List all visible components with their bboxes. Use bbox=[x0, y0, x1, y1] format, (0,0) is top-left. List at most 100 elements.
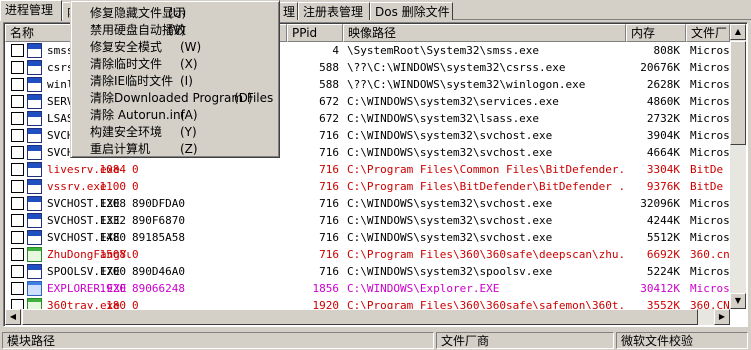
horizontal-scroll-thumb[interactable] bbox=[22, 309, 698, 325]
cell-image-path: C:\WINDOWS\system32\svchost.exe bbox=[347, 129, 553, 142]
cell-memory: 6692K bbox=[646, 248, 680, 261]
row-checkbox[interactable] bbox=[11, 95, 24, 108]
cell-memory: 4244K bbox=[646, 214, 680, 227]
cell-handle: 0 bbox=[132, 180, 139, 193]
menu-item[interactable]: 构建安全环境 (Y) bbox=[74, 124, 277, 141]
scroll-up-button[interactable]: ▲ bbox=[730, 24, 746, 40]
cell-vendor: Micros bbox=[690, 282, 730, 295]
menu-item[interactable]: 修复安全模式 (W) bbox=[74, 39, 277, 56]
scroll-left-button[interactable]: ◀ bbox=[5, 309, 21, 325]
row-checkbox[interactable] bbox=[11, 146, 24, 159]
cell-image-path: C:\WINDOWS\system32\services.exe bbox=[347, 95, 559, 108]
column-header-name[interactable]: 名称 bbox=[5, 24, 71, 42]
cell-memory: 5224K bbox=[646, 265, 680, 278]
cell-memory: 3904K bbox=[646, 129, 680, 142]
table-row[interactable]: SVCHOST.EXE 1332 890F6870 716 C:\WINDOWS\sys… bbox=[5, 212, 730, 229]
table-row[interactable]: ZhuDongFangYu.exe15080716C:\Program File… bbox=[5, 246, 730, 263]
row-checkbox[interactable] bbox=[11, 44, 24, 57]
cell-ppid: 716 bbox=[319, 146, 339, 159]
menu-item[interactable]: 清除临时文件 (X) bbox=[74, 56, 277, 73]
row-checkbox[interactable] bbox=[11, 163, 24, 176]
table-row[interactable]: livesrv.exe 1084 0 716 C:\Program Files\Comm… bbox=[5, 161, 730, 178]
cell-handle: 89185A58 bbox=[132, 231, 185, 244]
cell-image-path: C:\WINDOWS\system32\svchost.exe bbox=[347, 197, 553, 210]
scroll-down-button[interactable]: ▼ bbox=[730, 293, 746, 309]
scroll-right-button[interactable]: ▶ bbox=[714, 309, 730, 325]
cell-name: winlo bbox=[47, 78, 71, 91]
cell-pid: 1332 bbox=[99, 214, 127, 227]
row-checkbox[interactable] bbox=[11, 248, 24, 261]
table-row[interactable]: SVCHOST.EXE 1480 89185A58 716 C:\WINDOWS\sys… bbox=[5, 229, 730, 246]
cell-pid: 1920 bbox=[99, 282, 127, 295]
cell-image-path: C:\Program Files\BitDefender\BitDefender… bbox=[347, 180, 626, 193]
menu-item[interactable]: 禁用硬盘自动播放 (V) bbox=[74, 22, 277, 39]
cell-name: SERVI bbox=[47, 95, 71, 108]
cell-handle: 890DFDA0 bbox=[132, 197, 185, 210]
cell-handle: 0 bbox=[132, 163, 139, 176]
row-checkbox[interactable] bbox=[11, 78, 24, 91]
menu-item-shortcut: (A) bbox=[180, 108, 198, 122]
menu-item[interactable]: 修复隐藏文件显示 (U) bbox=[74, 5, 277, 22]
cell-vendor: BitDe bbox=[690, 180, 724, 193]
row-checkbox[interactable] bbox=[11, 180, 24, 193]
cell-name: smss. bbox=[47, 44, 71, 57]
horizontal-scrollbar[interactable]: ◀ ▶ bbox=[5, 309, 730, 325]
row-checkbox[interactable] bbox=[11, 265, 24, 278]
cell-image-path: C:\WINDOWS\Explorer.EXE bbox=[347, 282, 500, 295]
cell-vendor: BitDe bbox=[690, 163, 724, 176]
cell-name: SVCHO bbox=[47, 146, 71, 159]
cell-vendor: Micros bbox=[690, 146, 730, 159]
table-row[interactable]: vssrv.exe 1100 0 716 C:\Program Files\BitDef… bbox=[5, 178, 730, 195]
column-header-ppid[interactable]: PPid bbox=[287, 24, 343, 42]
row-checkbox[interactable] bbox=[11, 214, 24, 227]
tab-dos-delete-file[interactable]: Dos 删除文件 bbox=[370, 2, 453, 20]
menu-item[interactable]: 清除IE临时文件 (I) bbox=[74, 73, 277, 90]
column-header-vendor[interactable]: 文件厂 bbox=[686, 24, 730, 42]
cell-memory: 5512K bbox=[646, 231, 680, 244]
menu-item[interactable]: 清除 Autorun.inf (A) bbox=[74, 107, 277, 124]
cell-handle: 890D46A0 bbox=[132, 265, 185, 278]
row-checkbox[interactable] bbox=[11, 61, 24, 74]
menu-item-shortcut: (I) bbox=[180, 74, 193, 88]
menu-item[interactable]: 清除Downloaded Program Files (D) bbox=[74, 90, 277, 107]
table-row[interactable]: EXPLORER.EXE 1920 89066248 1856 C:\WINDOWS\E… bbox=[5, 280, 730, 297]
cell-image-path: C:\WINDOWS\system32\svchost.exe bbox=[347, 146, 553, 159]
process-icon bbox=[27, 43, 42, 58]
column-header-memory[interactable]: 内存 bbox=[626, 24, 686, 42]
cell-image-path: \SystemRoot\System32\smss.exe bbox=[347, 44, 540, 57]
tab-registry-manager[interactable]: 注册表管理 bbox=[298, 2, 370, 20]
cell-image-path: C:\Program Files\Common Files\BitDefende… bbox=[347, 163, 626, 176]
row-checkbox[interactable] bbox=[11, 282, 24, 295]
cell-pid: 1508 bbox=[99, 248, 127, 261]
status-bar: 模块路径 文件厂商 微软文件校验 bbox=[0, 330, 751, 350]
context-menu: 修复隐藏文件显示 (U) 禁用硬盘自动播放 (V) 修复安全模式 (W) 清除临时文件 (X)… bbox=[70, 0, 280, 158]
cell-handle: 0 bbox=[132, 248, 139, 261]
row-checkbox[interactable] bbox=[11, 112, 24, 125]
menu-item-shortcut: (D) bbox=[234, 91, 253, 105]
row-checkbox[interactable] bbox=[11, 197, 24, 210]
status-ms-file-check: 微软文件校验 bbox=[616, 332, 748, 349]
table-row[interactable]: SVCHOST.EXE 1208 890DFDA0 716 C:\WINDOWS\sys… bbox=[5, 195, 730, 212]
cell-memory: 2628K bbox=[646, 78, 680, 91]
tab-process-manager[interactable]: 进程管理 bbox=[0, 0, 62, 21]
cell-vendor: Micros bbox=[690, 129, 730, 142]
status-file-vendor: 文件厂商 bbox=[436, 332, 614, 349]
cell-ppid: 716 bbox=[319, 129, 339, 142]
process-icon bbox=[27, 145, 42, 160]
tab-service-manager[interactable]: 理 bbox=[278, 2, 298, 20]
column-header-image-path[interactable]: 映像路径 bbox=[343, 24, 626, 42]
cell-memory: 3304K bbox=[646, 163, 680, 176]
cell-pid: 1084 bbox=[99, 163, 127, 176]
cell-image-path: C:\WINDOWS\system32\spoolsv.exe bbox=[347, 265, 553, 278]
cell-memory: 9376K bbox=[646, 180, 680, 193]
cell-image-path: C:\Program Files\360\360safe\deepscan\zh… bbox=[347, 248, 626, 261]
menu-item-label: 修复安全模式 bbox=[90, 40, 163, 54]
table-row[interactable]: SPOOLSV.EXE 1700 890D46A0 716 C:\WINDOWS\sys… bbox=[5, 263, 730, 280]
menu-item-label: 清除 Autorun.inf bbox=[90, 108, 185, 122]
row-checkbox[interactable] bbox=[11, 129, 24, 142]
row-checkbox[interactable] bbox=[11, 231, 24, 244]
menu-item[interactable]: 重启计算机 (Z) bbox=[74, 141, 277, 158]
vertical-scrollbar[interactable]: ▲ ▼ bbox=[730, 24, 746, 309]
cell-vendor: Micros bbox=[690, 44, 730, 57]
scroll-thumb[interactable] bbox=[730, 41, 746, 145]
